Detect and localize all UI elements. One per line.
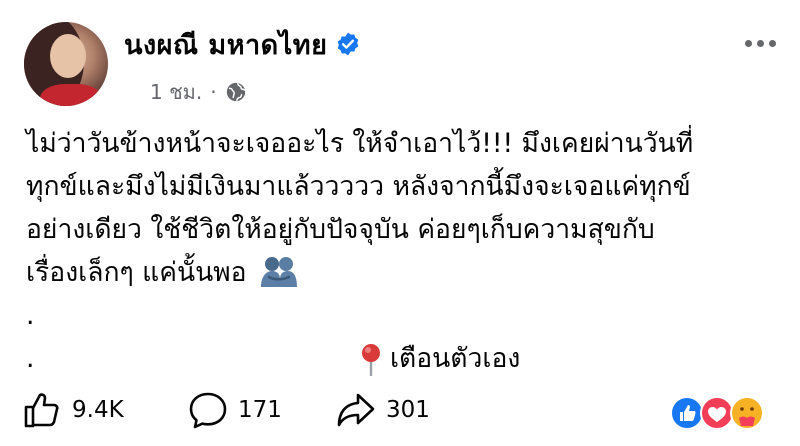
globe-icon[interactable] — [225, 81, 247, 103]
share-button[interactable]: 301 — [336, 390, 430, 430]
post-text-line: ทุกข์และมึงไม่มีเงินมาแล้ววววว หลังจากนี… — [26, 171, 691, 202]
verified-badge-icon — [338, 32, 359, 56]
author-name[interactable]: นงผณี มหาดไทย — [124, 23, 327, 66]
post-text: ไม่ว่าวันข้างหน้าจะเจออะไร ให้จำเอาไว้!!… — [26, 122, 786, 380]
post-text-line: เรื่องเล็กๆ แค่นั้นพอ — [26, 257, 247, 288]
post-text-line-last: เรื่องเล็กๆ แค่นั้นพอ — [26, 251, 786, 294]
share-icon — [337, 393, 375, 427]
reminder-note-text: เตือนตัวเอง — [390, 343, 521, 374]
facebook-post: นงผณี มหาดไทย 1 ชม. · ไม่ว่าวันข้างหน้าจ… — [0, 0, 800, 446]
share-count: 301 — [386, 397, 430, 423]
love-reaction-icon — [700, 396, 734, 430]
like-count: 9.4K — [72, 397, 124, 423]
care-reaction-icon — [730, 396, 764, 430]
post-meta: 1 ชม. · — [150, 76, 247, 108]
thumbs-up-icon — [24, 393, 59, 428]
reminder-note: เตือนตัวเอง — [356, 337, 520, 380]
like-button[interactable]: 9.4K — [22, 390, 124, 430]
like-reaction-icon — [670, 396, 704, 430]
comment-count: 171 — [238, 397, 282, 423]
post-text-line: อย่างเดียว ใช้ชีวิตให้อยู่กับปัจจุบัน ค่… — [26, 214, 655, 245]
people-hugging-icon — [261, 257, 298, 287]
post-time[interactable]: 1 ชม. — [150, 76, 202, 108]
reactions-summary[interactable] — [670, 394, 770, 432]
author-avatar[interactable] — [24, 22, 108, 106]
dot-line: . — [26, 343, 35, 374]
comment-button[interactable]: 171 — [188, 390, 282, 430]
author-name-row: นงผณี มหาดไทย — [124, 24, 361, 64]
meta-separator: · — [210, 80, 217, 104]
comment-icon — [189, 392, 227, 429]
dot-and-note-line: . เตือนตัวเอง — [26, 337, 786, 380]
post-actions: 9.4K 171 301 — [22, 390, 780, 436]
more-options-icon[interactable] — [745, 40, 776, 47]
post-text-line: ไม่ว่าวันข้างหน้าจะเจออะไร ให้จำเอาไว้!!… — [26, 128, 694, 159]
dot-line: . — [26, 300, 35, 331]
round-pushpin-icon — [362, 343, 380, 376]
post-header: นงผณี มหาดไทย 1 ชม. · — [24, 18, 780, 108]
